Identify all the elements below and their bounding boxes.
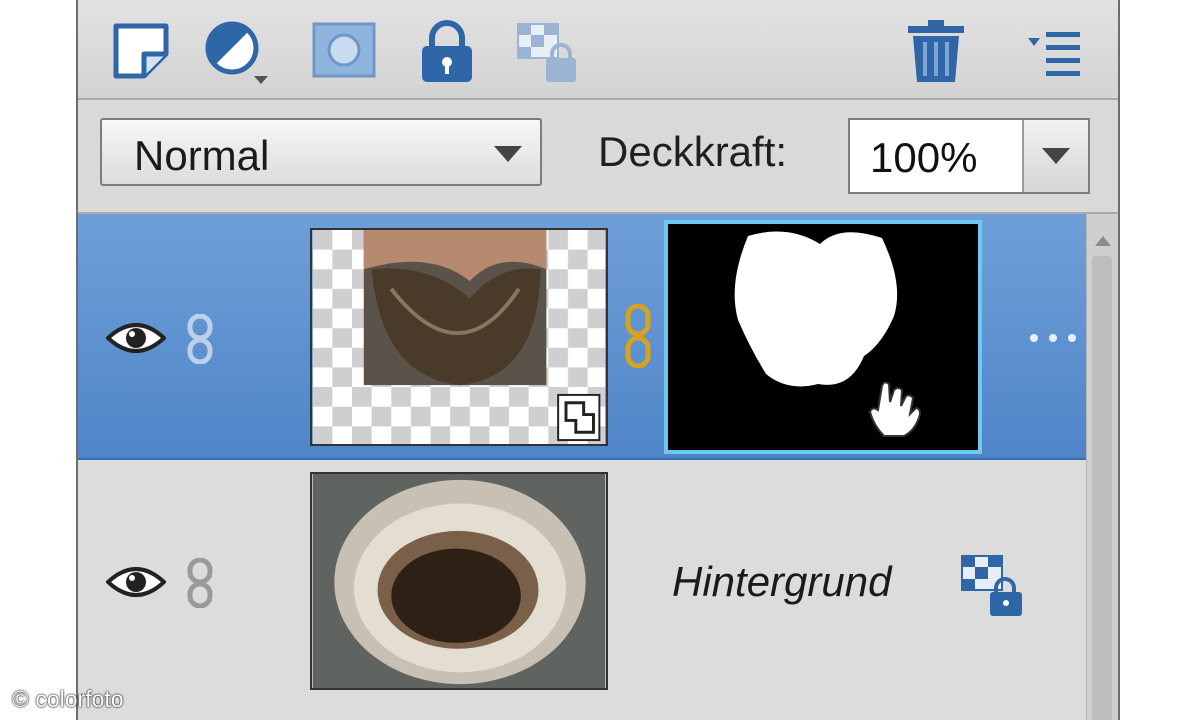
scrollbar-thumb[interactable] [1092,256,1112,720]
panel-menu-icon[interactable] [1022,18,1092,86]
layers-list: Hintergrund [78,214,1086,720]
mask-link-icon[interactable] [623,304,653,368]
chevron-down-icon [494,146,522,162]
new-layer-icon[interactable] [108,18,178,86]
layers-toolbar [78,0,1118,100]
blend-mode-select[interactable]: Normal [100,118,542,186]
link-icon[interactable] [182,558,218,608]
layers-panel: Normal Deckkraft: 100% Hintergrund [76,0,1120,720]
lock-icon [961,555,1022,616]
eye-icon[interactable] [106,318,166,358]
adjustment-layer-icon[interactable] [202,18,272,86]
layer-thumbnail[interactable] [310,228,608,446]
link-icon[interactable] [182,314,218,364]
lock-all-icon[interactable] [412,18,482,86]
scroll-up-icon[interactable] [1095,236,1111,246]
eye-icon[interactable] [106,562,166,602]
chevron-down-icon [1042,148,1070,164]
opacity-label: Deckkraft: [598,128,788,175]
layer-row[interactable] [78,214,1086,460]
more-options-icon[interactable] [1028,332,1078,344]
layer-name[interactable]: Hintergrund [672,558,891,606]
layer-mask-thumbnail[interactable] [664,220,982,454]
delete-icon[interactable] [902,18,972,86]
layer-row[interactable]: Hintergrund [78,460,1086,720]
layer-options-bar: Normal Deckkraft: 100% [78,100,1118,214]
layer-thumbnail[interactable] [310,472,608,690]
opacity-value[interactable]: 100% [870,134,977,182]
lock-transparent-icon[interactable] [512,18,582,86]
blend-mode-value: Normal [134,132,270,179]
layers-scrollbar[interactable] [1086,214,1118,720]
layer-mask-icon[interactable] [310,18,380,86]
opacity-field[interactable]: 100% [848,118,1090,194]
watermark: © colorfoto [12,686,124,712]
opacity-dropdown-button[interactable] [1022,120,1088,192]
